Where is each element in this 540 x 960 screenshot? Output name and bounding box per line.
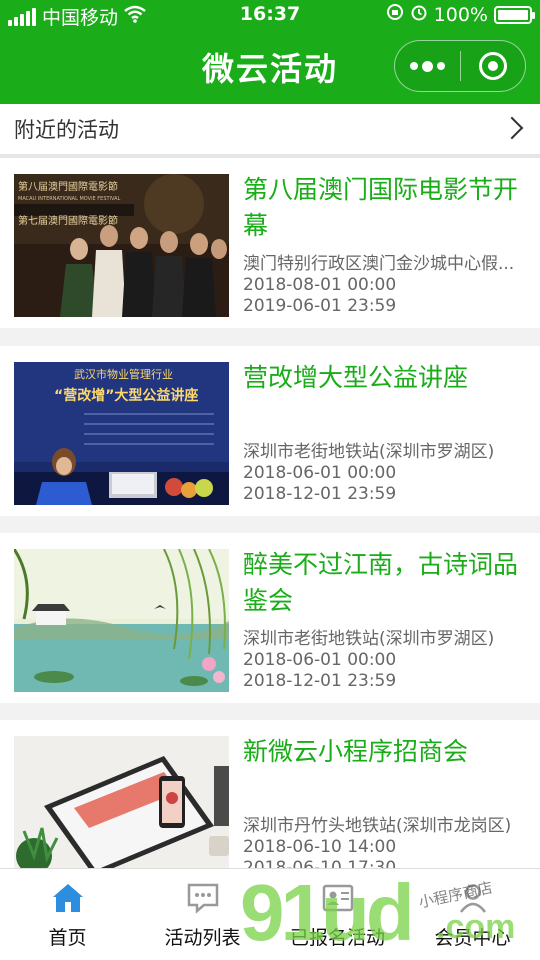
activity-thumbnail-film-festival: 第八届澳門國際電影節 MACAU INTERNATIONAL MOVIE FES… (14, 174, 229, 317)
activity-title: 营改增大型公益讲座 (243, 363, 469, 392)
status-bar: 中国移动 16:37 100% (0, 0, 540, 30)
activity-start-time: 2018-06-10 14:00 (243, 837, 397, 857)
activity-start-time: 2018-06-01 00:00 (243, 463, 397, 483)
activity-card[interactable]: 第八届澳門國際電影節 MACAU INTERNATIONAL MOVIE FES… (0, 158, 540, 328)
svg-text:“营改增”大型公益讲座: “营改增”大型公益讲座 (54, 387, 198, 404)
close-miniprogram-button[interactable] (461, 40, 525, 92)
tab-registered-activities[interactable]: 已报名活动 (270, 869, 405, 960)
activity-location: 澳门特别行政区澳门金沙城中心假... (243, 254, 515, 274)
rotation-lock-icon (386, 3, 404, 26)
tab-member-center[interactable]: 会员中心 (405, 869, 540, 960)
svg-text:第八届澳門國際電影節: 第八届澳門國際電影節 (18, 180, 118, 193)
home-icon (51, 881, 85, 915)
activity-thumbnail-miniprogram (14, 736, 229, 879)
activity-start-time: 2018-08-01 00:00 (243, 275, 397, 295)
id-card-icon (321, 881, 355, 915)
activity-info: 新微云小程序招商会 深圳市丹竹头地铁站(深圳市龙岗区) 2018-06-10 1… (243, 734, 526, 879)
svg-text:第七届澳門國際電影節: 第七届澳門國際電影節 (18, 214, 118, 227)
activity-meta: 深圳市老街地铁站(深圳市罗湖区) 2018-06-01 00:00 2018-1… (243, 629, 526, 692)
battery-icon (494, 5, 535, 24)
activity-title: 醉美不过江南，古诗词品鉴会 (243, 550, 519, 615)
activity-location: 深圳市老街地铁站(深圳市罗湖区) (243, 442, 495, 462)
tab-label: 活动列表 (164, 927, 241, 949)
battery-percent: 100% (433, 3, 488, 26)
activity-card[interactable]: 武汉市物业管理行业 “营改增”大型公益讲座 营改增大型公益讲座 深圳市老街地铁站… (0, 346, 540, 516)
miniprogram-capsule (394, 40, 526, 92)
tab-home[interactable]: 首页 (0, 869, 135, 960)
activity-meta: 澳门特别行政区澳门金沙城中心假... 2018-08-01 00:00 2019… (243, 254, 526, 317)
tab-activity-list[interactable]: 活动列表 (135, 869, 270, 960)
activity-thumbnail-jiangnan (14, 549, 229, 692)
activity-info: 第八届澳门国际电影节开幕 澳门特别行政区澳门金沙城中心假... 2018-08-… (243, 172, 526, 317)
nearby-activities-header[interactable]: 附近的活动 (0, 104, 540, 158)
activity-title: 第八届澳门国际电影节开幕 (243, 175, 519, 240)
target-icon (478, 52, 507, 80)
chat-list-icon (186, 881, 220, 915)
navigation-bar: 微云活动 (0, 30, 540, 104)
activity-end-time: 2018-12-01 23:59 (243, 671, 397, 691)
svg-text:MACAU INTERNATIONAL MOVIE FEST: MACAU INTERNATIONAL MOVIE FESTIVAL (18, 196, 121, 202)
app-root: 中国移动 16:37 100% 微云活动 附近的活动 第八届澳門國際電影節 MA… (0, 0, 540, 960)
tab-label: 已报名活动 (289, 927, 385, 949)
activity-location: 深圳市老街地铁站(深圳市罗湖区) (243, 629, 495, 649)
activity-card[interactable]: 新微云小程序招商会 深圳市丹竹头地铁站(深圳市龙岗区) 2018-06-10 1… (0, 720, 540, 890)
section-title: 附近的活动 (14, 118, 119, 142)
activity-location: 深圳市丹竹头地铁站(深圳市龙岗区) (243, 816, 512, 836)
more-options-button[interactable] (395, 40, 460, 92)
person-icon (456, 881, 490, 915)
activity-end-time: 2019-06-01 23:59 (243, 296, 397, 316)
activity-title: 新微云小程序招商会 (243, 737, 469, 766)
activity-card[interactable]: 醉美不过江南，古诗词品鉴会 深圳市老街地铁站(深圳市罗湖区) 2018-06-0… (0, 533, 540, 703)
svg-text:武汉市物业管理行业: 武汉市物业管理行业 (74, 367, 173, 381)
activity-meta: 深圳市老街地铁站(深圳市罗湖区) 2018-06-01 00:00 2018-1… (243, 442, 526, 505)
status-right: 100% (386, 3, 535, 26)
tab-label: 会员中心 (434, 927, 511, 949)
activity-end-time: 2018-12-01 23:59 (243, 484, 397, 504)
activity-start-time: 2018-06-01 00:00 (243, 650, 397, 670)
activity-thumbnail-lecture: 武汉市物业管理行业 “营改增”大型公益讲座 (14, 362, 229, 505)
chevron-right-icon (500, 116, 524, 140)
tab-label: 首页 (48, 927, 87, 949)
tab-bar: 首页 活动列表 已报名活动 会员中心 (0, 868, 540, 960)
activity-info: 营改增大型公益讲座 深圳市老街地铁站(深圳市罗湖区) 2018-06-01 00… (243, 360, 526, 505)
activity-info: 醉美不过江南，古诗词品鉴会 深圳市老街地铁站(深圳市罗湖区) 2018-06-0… (243, 547, 526, 692)
alarm-icon (410, 3, 428, 26)
